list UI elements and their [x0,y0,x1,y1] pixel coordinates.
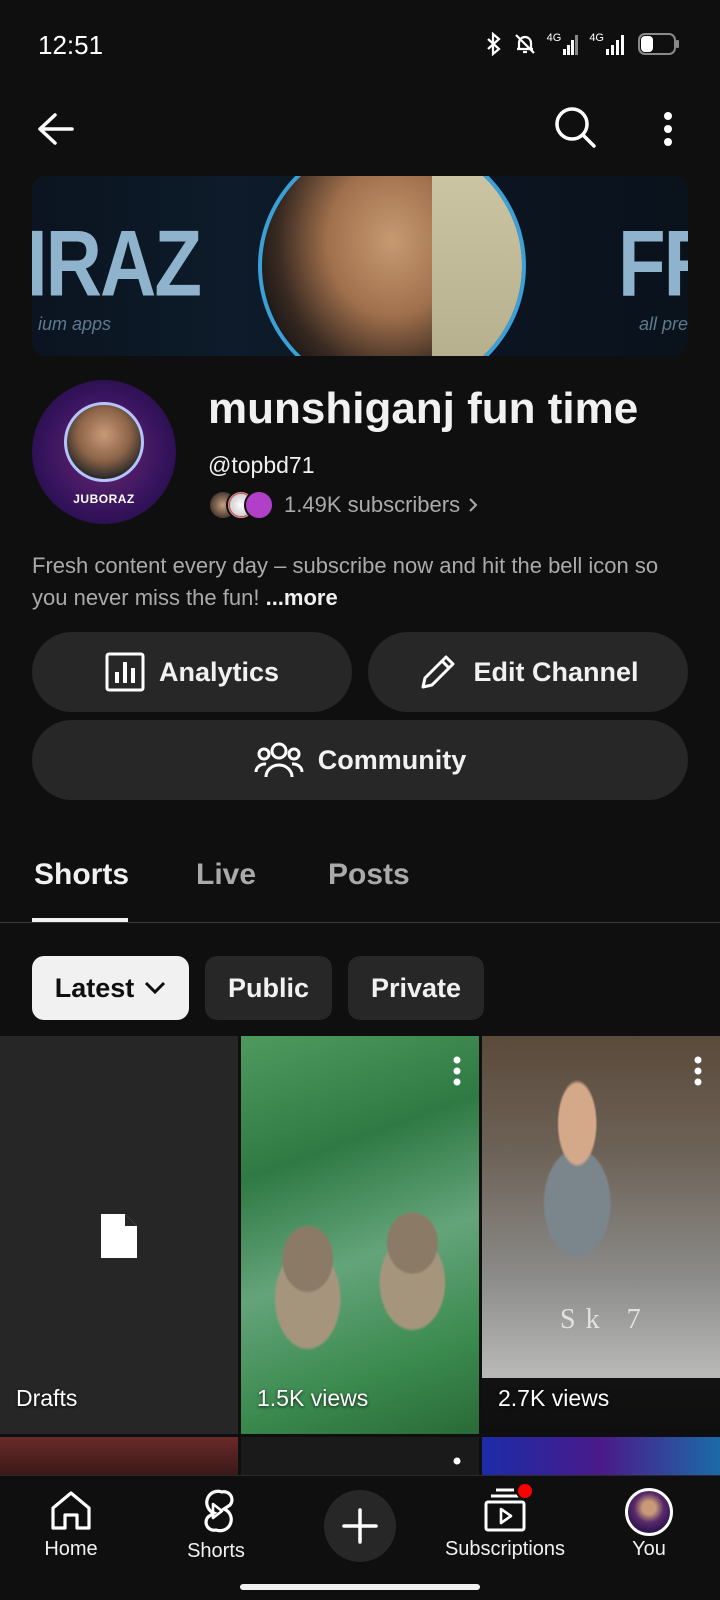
tab-divider [0,922,720,923]
short-tile[interactable] [482,1437,720,1475]
nav-shorts-label: Shorts [187,1540,245,1562]
filter-private[interactable]: Private [348,956,484,1020]
more-link[interactable]: ...more [266,585,338,610]
analytics-label: Analytics [158,656,280,687]
net-type-2: 4G [589,32,604,44]
banner-photo [258,176,526,356]
banner-text-right: FR [618,210,688,316]
battery-icon [638,33,679,55]
draft-document-icon [101,1214,137,1258]
back-button[interactable] [30,104,80,154]
avatar-photo [64,402,144,482]
nav-subscriptions-label: Subscriptions [444,1538,566,1560]
short-views: 1.5K views [257,1385,369,1411]
subscriber-count: 1.49K subscribers [284,492,461,517]
bell-off-icon [514,34,535,54]
edit-channel-label: Edit Channel [473,656,639,687]
filter-latest-label: Latest [54,972,135,1003]
signal-1-icon: 4G [547,33,580,55]
bottom-navigation: Home Shorts Subscriptions You [0,1475,720,1600]
nav-you[interactable]: You [574,1488,720,1561]
short-tile[interactable] [0,1437,238,1475]
subscribers-row[interactable]: 1.49K subscribers [208,490,480,520]
analytics-button[interactable]: Analytics [32,632,352,712]
short-tile[interactable] [241,1437,479,1475]
status-time: 12:51 [38,30,104,60]
channel-banner: IRAZ ium apps FR all pre [32,176,688,356]
net-type-1: 4G [546,32,562,44]
plus-icon [342,1508,378,1544]
create-button[interactable] [324,1490,396,1562]
analytics-icon [105,652,145,692]
bluetooth-icon [486,32,501,56]
nav-you-label: You [632,1538,666,1560]
status-icons: 4G 4G [485,32,680,56]
short-tile[interactable]: Sk 7 2.7K views [482,1036,720,1434]
home-icon [51,1491,91,1530]
banner-text-left: IRAZ [32,210,202,316]
subscriptions-icon-wrap [482,1482,534,1532]
channel-name: munshiganj fun time [208,384,639,433]
chevron-right-icon [469,498,478,512]
tab-posts[interactable]: Posts [328,858,410,892]
nav-home-label: Home [44,1538,98,1560]
nav-home[interactable]: Home [0,1488,146,1561]
tab-shorts[interactable]: Shorts [34,858,129,892]
community-icon [254,742,304,778]
banner-sub-right: all pre [638,314,688,334]
back-arrow-icon [38,113,74,145]
short-views: 2.7K views [498,1385,610,1411]
avatar-logo-text: JUBORAZ [73,492,135,506]
tab-live[interactable]: Live [196,858,256,892]
home-indicator [240,1584,480,1590]
vertical-dots-icon[interactable] [453,1056,461,1086]
community-label: Community [317,744,467,775]
channel-handle: @topbd71 [208,452,315,478]
you-avatar [625,1488,673,1536]
vertical-dots-icon[interactable] [694,1056,702,1086]
filter-latest[interactable]: Latest [32,956,189,1020]
short-tile[interactable]: 1.5K views [241,1036,479,1434]
nav-subscriptions[interactable]: Subscriptions [430,1482,580,1561]
pencil-icon [421,655,455,689]
filter-public[interactable]: Public [205,956,332,1020]
short-watermark: Sk 7 [560,1304,651,1335]
banner-sub-left: ium apps [38,314,112,334]
description-text: Fresh content every day – subscribe now … [32,553,659,610]
community-button[interactable]: Community [32,720,688,800]
edit-channel-button[interactable]: Edit Channel [368,632,688,712]
subscriber-avatar-3 [244,490,274,520]
vertical-dots-icon [664,112,672,146]
search-icon [555,107,596,148]
signal-2-icon: 4G [589,33,628,55]
nav-shorts[interactable]: Shorts [141,1488,291,1563]
channel-avatar[interactable]: JUBORAZ [32,380,176,524]
more-options-button[interactable] [648,104,688,154]
search-button[interactable] [550,102,600,152]
chevron-down-icon [145,981,166,995]
notification-dot [516,1482,534,1500]
drafts-tile[interactable]: Drafts [0,1036,238,1434]
shorts-icon [204,1489,234,1533]
drafts-label: Drafts [16,1385,78,1411]
channel-description[interactable]: Fresh content every day – subscribe now … [32,550,692,614]
vertical-dots-icon[interactable] [453,1457,461,1475]
